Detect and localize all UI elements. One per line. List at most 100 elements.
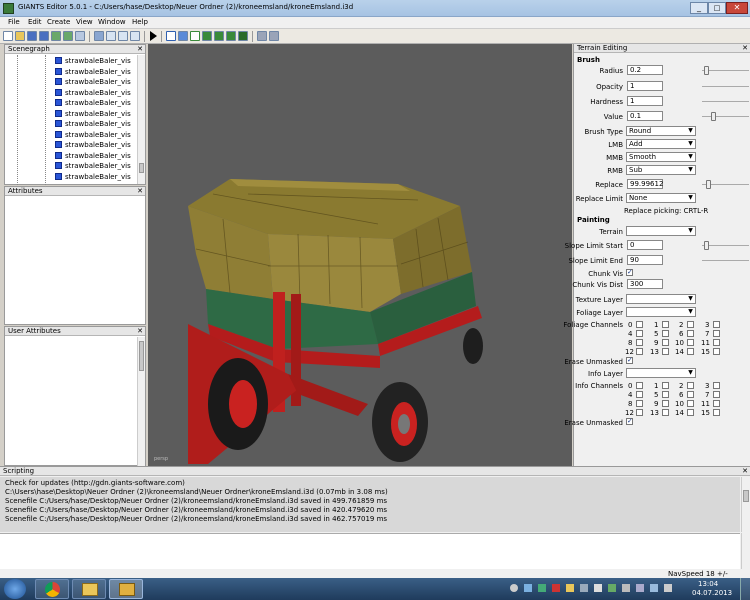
tray-icon[interactable] [538,584,546,592]
tray-icon[interactable] [510,584,518,592]
foliage-channel-checkbox[interactable] [662,339,669,346]
list-item[interactable]: strawbaleBaler_vis [55,77,131,87]
export-icon[interactable] [51,31,61,41]
info-channel-checkbox[interactable] [662,409,669,416]
mmb-select[interactable]: Smooth ▼ [626,152,696,162]
list-item[interactable]: strawbaleBaler_vis [55,88,131,98]
tray-icon[interactable] [552,584,560,592]
rmb-select[interactable]: Sub ▼ [626,165,696,175]
grid-icon[interactable] [269,31,279,41]
info-channel-checkbox[interactable] [636,382,643,389]
lmb-select[interactable]: Add ▼ [626,139,696,149]
taskbar-explorer[interactable] [72,579,106,599]
foliage-channel-checkbox[interactable] [687,321,694,328]
info-channel-checkbox[interactable] [687,391,694,398]
foliage-channel-checkbox[interactable] [687,330,694,337]
terrain-paint-icon[interactable] [202,31,212,41]
value-slider-handle[interactable] [711,112,716,121]
foliage-channel-checkbox[interactable] [636,348,643,355]
move-mode-icon[interactable] [178,31,188,41]
radius-slider[interactable] [702,70,749,71]
scenegraph-scrollbar[interactable] [137,55,145,184]
maximize-button[interactable]: □ [708,2,726,14]
script-log-scrollbar[interactable] [741,477,750,532]
close-icon[interactable]: ✕ [742,44,748,53]
terrain-select[interactable]: ▼ [626,226,696,236]
tray-icon[interactable] [566,584,574,592]
info-channel-checkbox[interactable] [636,400,643,407]
foliage-layer-select[interactable]: ▼ [626,307,696,317]
tray-icon[interactable] [524,584,532,592]
list-item[interactable]: strawbaleBaler_vis [55,56,131,66]
new-file-icon[interactable] [3,31,13,41]
replace-limit-select[interactable]: None ▼ [626,193,696,203]
tray-icon[interactable] [594,584,602,592]
tray-icon[interactable] [608,584,616,592]
list-item[interactable]: strawbaleBaler_vis [55,109,131,119]
chunk-vis-checkbox[interactable] [626,268,633,276]
info-channel-checkbox[interactable] [713,391,720,398]
save-as-icon[interactable] [39,31,49,41]
info-channel-checkbox[interactable] [636,391,643,398]
info-channel-checkbox[interactable] [636,409,643,416]
volume-icon[interactable] [664,584,672,592]
scrollbar-thumb[interactable] [139,163,144,173]
foliage-channel-checkbox[interactable] [687,348,694,355]
script-input-scrollbar[interactable] [741,533,750,569]
taskbar-giants-editor[interactable] [109,579,143,599]
foliage-channel-checkbox[interactable] [713,348,720,355]
info-channel-checkbox[interactable] [713,409,720,416]
print-icon[interactable] [75,31,85,41]
opacity-slider[interactable] [702,86,749,87]
foliage-paint-icon[interactable] [214,31,224,41]
tray-icon[interactable] [580,584,588,592]
erase-unmasked-checkbox[interactable] [626,356,633,364]
list-item[interactable]: strawbaleBaler_vis [55,119,131,129]
flag-icon[interactable] [636,584,644,592]
play-icon[interactable] [150,31,157,41]
scrollbar-thumb[interactable] [743,490,749,502]
select-mode-icon[interactable] [166,31,176,41]
tree-paint-icon[interactable] [238,31,248,41]
close-button[interactable]: ✕ [726,2,748,14]
taskbar-chrome[interactable] [35,579,69,599]
cut-icon[interactable] [94,31,104,41]
close-icon[interactable]: ✕ [137,187,143,196]
save-icon[interactable] [27,31,37,41]
3d-viewport[interactable]: persp [148,44,572,466]
minimize-button[interactable]: _ [690,2,708,14]
slope-limit-start-slider[interactable] [702,245,749,246]
menu-window[interactable]: Window [96,18,128,26]
foliage-channel-checkbox[interactable] [662,321,669,328]
open-folder-icon[interactable] [15,31,25,41]
import-icon[interactable] [63,31,73,41]
radius-slider-handle[interactable] [704,66,709,75]
slope-limit-end-field[interactable]: 90 [627,255,663,265]
clock-date[interactable]: 04.07.2013 [692,589,732,597]
info-channel-checkbox[interactable] [687,400,694,407]
start-button[interactable] [4,579,26,599]
scrollbar-thumb[interactable] [139,341,144,371]
grass-paint-icon[interactable] [226,31,236,41]
info-channel-checkbox[interactable] [662,400,669,407]
info-channel-checkbox[interactable] [662,382,669,389]
tray-icon[interactable] [622,584,630,592]
foliage-channel-checkbox[interactable] [713,330,720,337]
list-item[interactable]: strawbaleBaler_vis [55,67,131,77]
info-channel-checkbox[interactable] [687,409,694,416]
radius-field[interactable]: 0.2 [627,65,663,75]
value-slider[interactable] [702,116,749,117]
texture-layer-select[interactable]: ▼ [626,294,696,304]
terrain-sculpt-icon[interactable] [190,31,200,41]
menu-create[interactable]: Create [45,18,72,26]
erase-unmasked-info-checkbox[interactable] [626,417,633,425]
menu-file[interactable]: File [6,18,22,26]
info-channel-checkbox[interactable] [713,382,720,389]
hardness-slider[interactable] [702,101,749,102]
slope-limit-start-handle[interactable] [704,241,709,250]
hardness-field[interactable]: 1 [627,96,663,106]
close-icon[interactable]: ✕ [742,467,748,476]
foliage-channel-checkbox[interactable] [636,321,643,328]
undo-icon[interactable] [118,31,128,41]
user-attributes-scrollbar[interactable] [137,337,145,466]
